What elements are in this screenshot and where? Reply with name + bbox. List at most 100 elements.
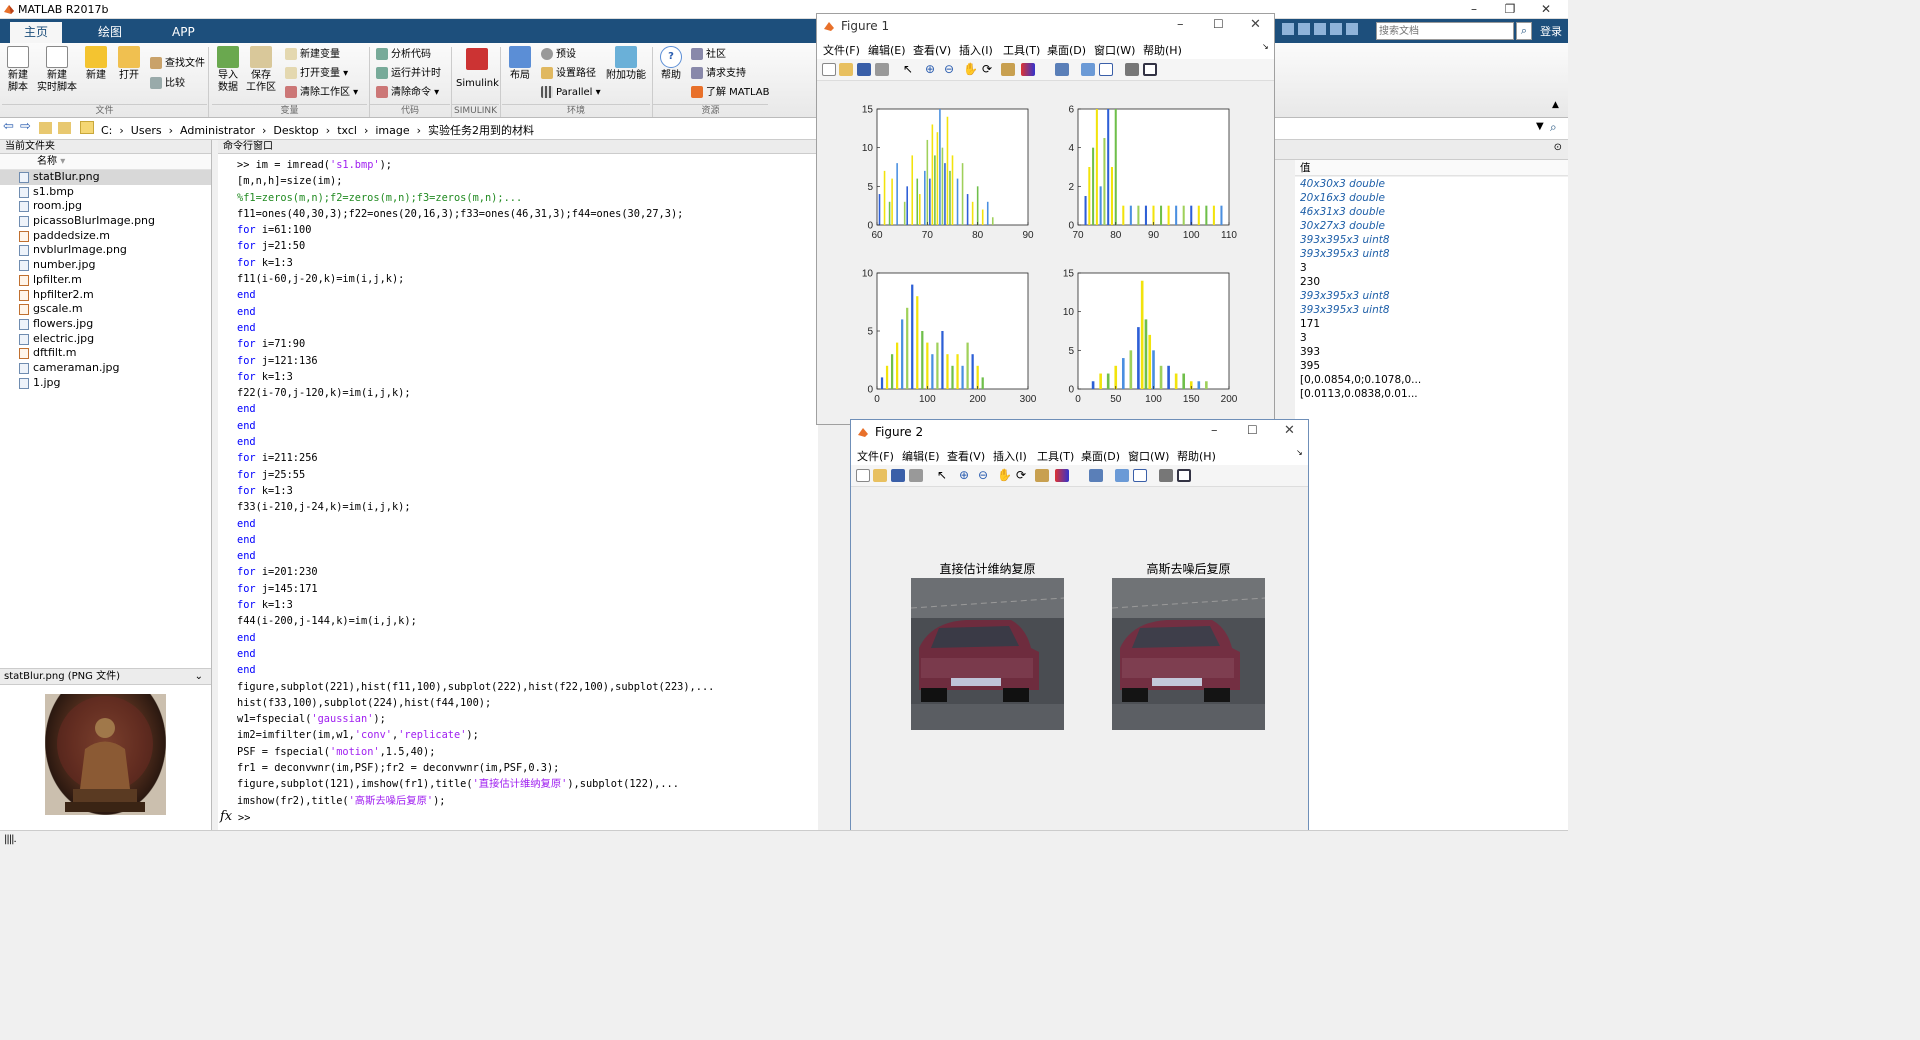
menu-item[interactable]: 工具(T)	[1037, 448, 1074, 464]
menu-item[interactable]: 桌面(D)	[1047, 42, 1086, 58]
file-list-item[interactable]: paddedsize.m	[0, 229, 211, 244]
workspace-value[interactable]: 3	[1295, 331, 1568, 345]
hide-plot-tools-icon[interactable]	[1159, 469, 1173, 482]
addons-button[interactable]: 附加功能	[604, 46, 648, 82]
file-list-item[interactable]: s1.bmp	[0, 185, 211, 200]
workspace-value[interactable]: 46x31x3 double	[1295, 205, 1568, 219]
parallel-button[interactable]: Parallel ▾	[541, 84, 601, 102]
new-figure-icon[interactable]	[822, 63, 836, 76]
brush-icon[interactable]	[1021, 63, 1035, 76]
search-folder-icon[interactable]: ⌕	[1550, 120, 1557, 135]
new-script-button[interactable]: 新建 脚本	[3, 46, 33, 94]
link-plot-icon[interactable]	[1055, 63, 1069, 76]
save-icon[interactable]	[857, 63, 871, 76]
community-button[interactable]: 社区	[691, 46, 726, 64]
histogram-axes[interactable]: 60 70 80 90 0 5 10 15	[862, 105, 1034, 242]
file-list-item[interactable]: cameraman.jpg	[0, 361, 211, 376]
minimize-icon[interactable]: –	[1177, 17, 1184, 32]
link-plot-icon[interactable]	[1089, 469, 1103, 482]
file-list-item[interactable]: number.jpg	[0, 258, 211, 273]
minimize-icon[interactable]: –	[1460, 0, 1488, 19]
hide-plot-tools-icon[interactable]	[1125, 63, 1139, 76]
tab-apps[interactable]: APP	[158, 22, 209, 43]
file-list-item[interactable]: nvblurImage.png	[0, 243, 211, 258]
histogram-axes[interactable]: 0 50 100 150 200 0 5 10 15	[1063, 269, 1238, 406]
close-icon[interactable]: ✕	[1532, 0, 1560, 19]
data-cursor-icon[interactable]	[1001, 63, 1015, 76]
workspace-value[interactable]: 393x395x3 uint8	[1295, 289, 1568, 303]
simulink-button[interactable]: Simulink	[456, 46, 499, 90]
zoom-in-icon[interactable]: ⊕	[925, 63, 939, 76]
quick-access-icon[interactable]	[1330, 23, 1342, 35]
panel-menu-icon[interactable]: ⊙	[1554, 142, 1562, 153]
pan-icon[interactable]: ✋	[963, 63, 978, 76]
find-files-button[interactable]: 查找文件	[150, 55, 205, 73]
data-cursor-icon[interactable]	[1035, 469, 1049, 482]
histogram-axes[interactable]: 70 80 90 100 110 0 2 4 6	[1068, 105, 1237, 242]
file-list-item[interactable]: statBlur.png	[0, 170, 211, 185]
breadcrumb-item[interactable]: 实验任务2用到的材料	[428, 124, 534, 137]
menu-item[interactable]: 帮助(H)	[1177, 448, 1216, 464]
help-button[interactable]: ? 帮助	[656, 46, 686, 82]
import-data-button[interactable]: 导入 数据	[213, 46, 243, 94]
file-list-item[interactable]: gscale.m	[0, 302, 211, 317]
file-list-item[interactable]: hpfilter2.m	[0, 288, 211, 303]
learn-matlab-button[interactable]: 了解 MATLAB	[691, 84, 769, 102]
save-workspace-button[interactable]: 保存 工作区	[246, 46, 276, 94]
workspace-value[interactable]: 20x16x3 double	[1295, 191, 1568, 205]
column-header-name[interactable]: 名称 ▾	[0, 154, 211, 170]
new-figure-icon[interactable]	[856, 469, 870, 482]
breadcrumb-item[interactable]: Desktop	[273, 124, 318, 137]
forward-arrow-icon[interactable]: ⇨	[20, 120, 33, 134]
legend-icon[interactable]	[1133, 469, 1147, 482]
breadcrumb-item[interactable]: Users	[131, 124, 162, 137]
menu-item[interactable]: 查看(V)	[913, 42, 951, 58]
chevron-down-icon[interactable]: ⌄	[195, 669, 203, 684]
workspace-value[interactable]: 40x30x3 double	[1295, 177, 1568, 191]
menu-item[interactable]: 编辑(E)	[902, 448, 940, 464]
workspace-value[interactable]: 395	[1295, 359, 1568, 373]
quick-access-icon[interactable]	[1282, 23, 1294, 35]
breadcrumb-item[interactable]: C:	[101, 124, 112, 137]
restore-icon[interactable]: ❐	[1496, 0, 1524, 19]
file-list-item[interactable]: dftfilt.m	[0, 346, 211, 361]
file-list-item[interactable]: 1.jpg	[0, 376, 211, 391]
close-icon[interactable]: ✕	[1284, 423, 1295, 438]
file-list-item[interactable]: room.jpg	[0, 199, 211, 214]
workspace-value[interactable]: 3	[1295, 261, 1568, 275]
back-arrow-icon[interactable]: ⇦	[3, 120, 16, 134]
menu-item[interactable]: 编辑(E)	[868, 42, 906, 58]
menu-item[interactable]: 插入(I)	[959, 42, 993, 58]
show-plot-tools-icon[interactable]	[1177, 469, 1191, 482]
quick-access-icon[interactable]	[1314, 23, 1326, 35]
save-icon[interactable]	[891, 469, 905, 482]
chevron-down-icon[interactable]: ▼	[1536, 121, 1544, 132]
file-list-item[interactable]: electric.jpg	[0, 332, 211, 347]
analyze-code-button[interactable]: 分析代码	[376, 46, 431, 64]
up-folder-icon[interactable]	[39, 122, 52, 134]
colorbar-icon[interactable]	[1115, 469, 1129, 482]
maximize-icon[interactable]: ☐	[1213, 17, 1224, 31]
clear-workspace-button[interactable]: 清除工作区 ▾	[285, 84, 358, 102]
open-file-icon[interactable]	[839, 63, 853, 76]
menu-item[interactable]: 帮助(H)	[1143, 42, 1182, 58]
menu-item[interactable]: 文件(F)	[857, 448, 894, 464]
menu-item[interactable]: 窗口(W)	[1128, 448, 1169, 464]
search-docs-input[interactable]	[1376, 22, 1514, 40]
brush-icon[interactable]	[1055, 469, 1069, 482]
new-variable-button[interactable]: 新建变量	[285, 46, 340, 64]
rotate-icon[interactable]: ⟳	[982, 63, 996, 76]
zoom-out-icon[interactable]: ⊖	[978, 469, 992, 482]
breadcrumb-item[interactable]: image	[375, 124, 409, 137]
minimize-icon[interactable]: –	[1211, 423, 1218, 438]
zoom-in-icon[interactable]: ⊕	[959, 469, 973, 482]
file-list-item[interactable]: flowers.jpg	[0, 317, 211, 332]
pan-icon[interactable]: ✋	[997, 469, 1012, 482]
rotate-icon[interactable]: ⟳	[1016, 469, 1030, 482]
workspace-value[interactable]: [0,0.0854,0;0.1078,0...	[1295, 373, 1568, 387]
pointer-icon[interactable]: ↖	[937, 469, 951, 482]
file-list-item[interactable]: lpfilter.m	[0, 273, 211, 288]
dock-arrow-icon[interactable]: ↘	[1296, 448, 1303, 457]
workspace-value[interactable]: 393x395x3 uint8	[1295, 303, 1568, 317]
print-icon[interactable]	[875, 63, 889, 76]
